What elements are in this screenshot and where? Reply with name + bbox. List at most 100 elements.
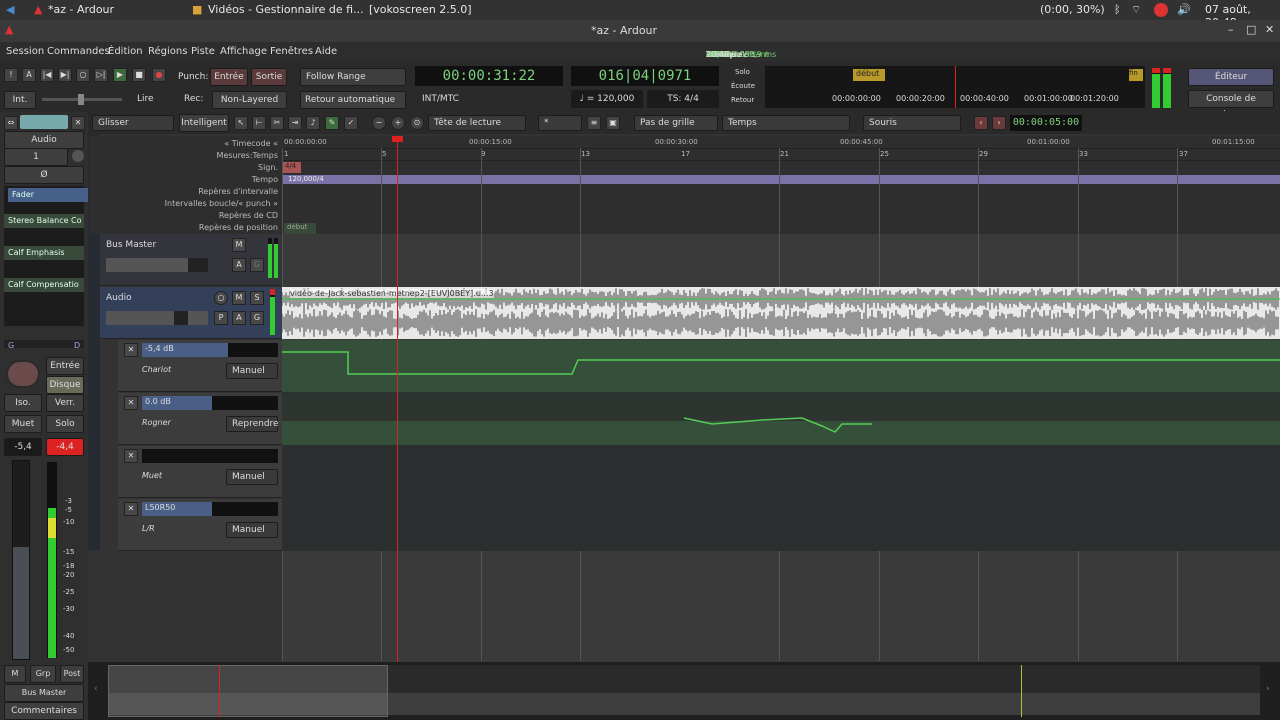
menu-commandes[interactable]: Commandes xyxy=(47,46,110,57)
output-bus-button[interactable]: Bus Master xyxy=(4,684,84,702)
comments-button[interactable]: Commentaires xyxy=(4,702,84,720)
ruler-label-cd[interactable]: Repères de CD xyxy=(92,211,278,220)
ruler-label-range[interactable]: Repères d'intervalle xyxy=(92,187,278,196)
isolate-button[interactable]: Iso. xyxy=(4,394,42,412)
loop-icon[interactable]: ○ xyxy=(76,68,90,82)
play-range-icon[interactable]: ▷| xyxy=(94,68,108,82)
timecode-ruler[interactable]: 00:00:00:00 00:00:15:00 00:00:30:00 00:0… xyxy=(282,137,1280,149)
bbt-ruler[interactable]: 1 5 9 13 17 21 25 29 33 37 xyxy=(282,149,1280,161)
audio-mute-button[interactable]: M xyxy=(232,291,246,305)
range-tool-icon[interactable]: ⊢ xyxy=(252,116,266,130)
mixer-button[interactable]: Console de mixage xyxy=(1188,90,1274,120)
record-icon[interactable]: ● xyxy=(152,68,166,82)
editor-button[interactable]: Éditeur xyxy=(1188,68,1274,86)
meter-marker[interactable]: 4/4 xyxy=(283,162,301,173)
bus-gain-slider[interactable] xyxy=(106,258,208,272)
lock-button[interactable]: Verr. xyxy=(46,394,84,412)
bus-group-button[interactable]: G xyxy=(250,258,264,272)
menu-session[interactable]: Session xyxy=(6,46,44,57)
audio-group-button[interactable]: G xyxy=(250,311,264,325)
primary-clock[interactable]: 00:00:31:22 xyxy=(415,66,563,86)
wifi-icon[interactable]: ⌔ xyxy=(1131,3,1141,17)
ruler-label-timecode[interactable]: « Timecode « xyxy=(92,139,278,148)
auto-return-button[interactable]: Retour automatique xyxy=(300,91,406,109)
automation-lane-header-trim[interactable]: ✕ 0.0 dB Rogner Reprendre xyxy=(118,393,282,445)
audition-tool-icon[interactable]: ♪ xyxy=(306,116,320,130)
trim-automation-slider[interactable]: 0.0 dB xyxy=(142,396,278,410)
ruler-label-meter[interactable]: Sign. xyxy=(92,163,278,172)
meter-post-button[interactable]: Post xyxy=(60,665,84,683)
bluetooth-icon[interactable]: ᛒ xyxy=(1114,3,1121,16)
strip-name-button[interactable]: Audio xyxy=(4,131,84,149)
meter-point-m-button[interactable]: M xyxy=(4,665,26,683)
mute-automation-mode[interactable]: Manuel xyxy=(226,469,278,485)
pan-automation-slider[interactable]: L50R50 xyxy=(142,502,278,516)
nudge-back-icon[interactable]: ‹ xyxy=(974,116,988,130)
int-button[interactable]: Int. xyxy=(4,91,36,109)
automation-lanes-canvas[interactable] xyxy=(282,340,1280,551)
plugin-stereo-balance[interactable]: Stereo Balance Co xyxy=(4,214,84,228)
zoom-focus-dropdown[interactable]: Tête de lecture xyxy=(428,115,526,131)
nudge-clock[interactable]: 00:00:05:00 xyxy=(1010,115,1082,131)
input-monitor-button[interactable]: Entrée xyxy=(46,357,84,375)
rec-arm-button[interactable] xyxy=(6,360,40,388)
draw-tool-icon[interactable]: ✎ xyxy=(325,116,339,130)
cut-tool-icon[interactable]: ✂ xyxy=(270,116,284,130)
expand-tracks-icon[interactable]: ▣ xyxy=(606,116,620,130)
snap-mode-dropdown[interactable]: Temps xyxy=(722,115,850,131)
summary-pane[interactable]: ‹ › xyxy=(88,662,1280,720)
plugin-fader[interactable]: Fader xyxy=(8,188,88,202)
playhead-handle[interactable] xyxy=(392,136,403,142)
stop-icon[interactable]: ■ xyxy=(132,68,146,82)
record-indicator-icon[interactable] xyxy=(1154,3,1168,17)
summary-view-rect[interactable] xyxy=(108,665,388,717)
fader-automation-slider[interactable]: -5,4 dB xyxy=(142,343,278,357)
hide-automation-icon[interactable]: ✕ xyxy=(124,449,138,463)
menu-icon[interactable]: ◀ xyxy=(6,3,14,16)
tempo-marker[interactable]: 120,000/4 xyxy=(283,175,1280,184)
playhead[interactable] xyxy=(397,138,398,663)
smart-mode-button[interactable]: Intelligent xyxy=(179,114,229,132)
trim-automation-mode[interactable]: Reprendre xyxy=(226,416,279,432)
input-trim-knob[interactable] xyxy=(72,150,84,162)
goto-end-icon[interactable]: ▶| xyxy=(58,68,72,82)
bus-master-name[interactable]: Bus Master xyxy=(106,240,156,250)
fader-automation-mode[interactable]: Manuel xyxy=(226,363,278,379)
start-marker[interactable]: début xyxy=(853,69,885,81)
gain-fader[interactable] xyxy=(12,460,30,660)
battery-status[interactable]: (0:00, 30%) xyxy=(1040,3,1105,16)
goto-start-icon[interactable]: |◀ xyxy=(40,68,54,82)
pan-automation-mode[interactable]: Manuel xyxy=(226,522,278,538)
start-position-marker[interactable]: début xyxy=(284,223,316,234)
plugin-calf-compensation[interactable]: Calf Compensatio xyxy=(4,278,84,292)
solo-button[interactable]: Solo xyxy=(46,415,84,433)
menu-affichage[interactable]: Affichage xyxy=(220,46,267,57)
non-layered-button[interactable]: Non-Layered xyxy=(212,91,287,109)
audio-playlist-button[interactable]: P xyxy=(214,311,228,325)
close-icon[interactable]: ✕ xyxy=(1265,23,1274,36)
zoom-session-icon[interactable]: ⊙ xyxy=(410,116,424,130)
peak-display[interactable]: -4,4 xyxy=(46,438,84,456)
group-button[interactable]: Grp xyxy=(30,665,56,683)
grid-type-dropdown[interactable]: Pas de grille xyxy=(634,115,718,131)
hide-automation-icon[interactable]: ✕ xyxy=(124,396,138,410)
hide-automation-icon[interactable]: ✕ xyxy=(124,343,138,357)
audio-rec-arm-icon[interactable]: ○ xyxy=(214,291,228,305)
secondary-clock[interactable]: 016|04|0971 xyxy=(571,66,719,86)
mini-timeline[interactable]: début fin 00:00:00:00 00:00:20:00 00:00:… xyxy=(765,66,1145,108)
shuttle-slider[interactable] xyxy=(42,94,122,105)
menu-edition[interactable]: Édition xyxy=(108,46,143,57)
summary-scroll-left-icon[interactable]: ‹ xyxy=(94,684,98,694)
strip-width-icon[interactable]: ⇔ xyxy=(4,116,18,130)
ruler-label-loop[interactable]: Intervalles boucle/« punch » xyxy=(92,199,278,208)
tempo-display[interactable]: ♩ = 120,000 xyxy=(571,90,643,108)
gain-display[interactable]: -5,4 xyxy=(4,438,42,456)
panic-icon[interactable]: ! xyxy=(4,68,18,82)
strip-close-icon[interactable]: ✕ xyxy=(71,116,85,130)
menu-aide[interactable]: Aide xyxy=(315,46,337,57)
edit-mode-dropdown[interactable]: Glisser xyxy=(92,115,174,131)
audio-automation-button[interactable]: A xyxy=(232,311,246,325)
automation-lane-header-fader[interactable]: ✕ -5,4 dB Chariot Manuel xyxy=(118,340,282,392)
taskbar-app-vokoscreen[interactable]: [vokoscreen 2.5.0] xyxy=(369,3,472,16)
menu-regions[interactable]: Régions xyxy=(148,46,187,57)
